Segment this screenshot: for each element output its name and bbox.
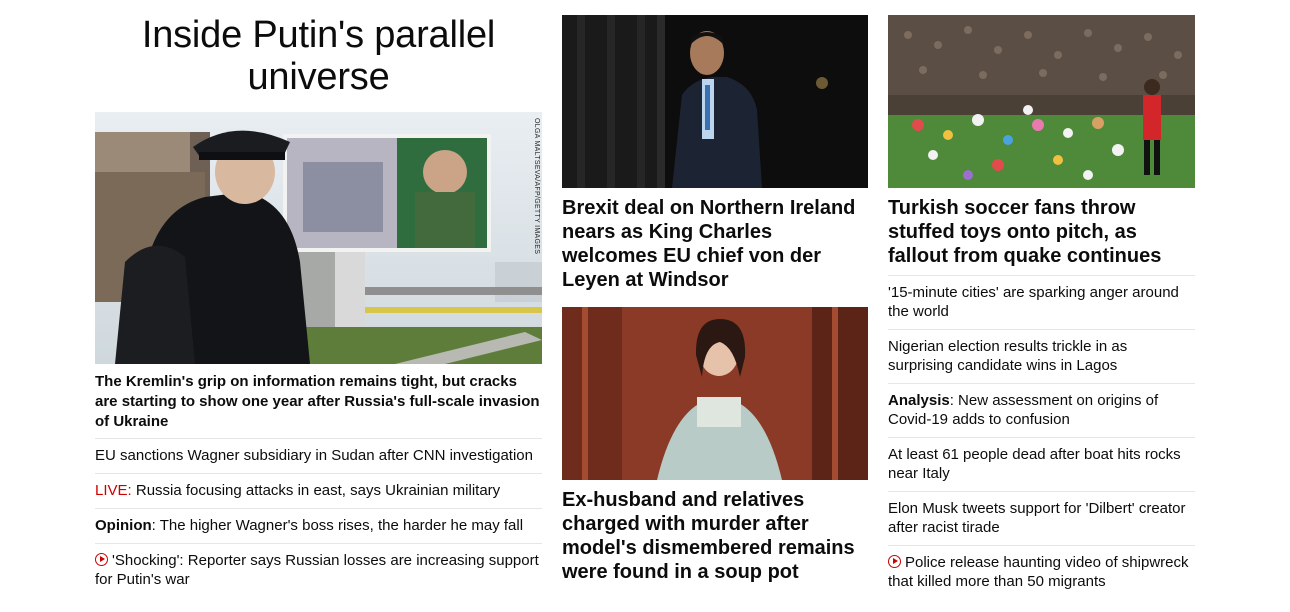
- list-item[interactable]: Elon Musk tweets support for 'Dilbert' c…: [888, 491, 1195, 545]
- lead-headline[interactable]: Inside Putin's parallel universe: [95, 14, 542, 98]
- story-headline[interactable]: Brexit deal on Northern Ireland nears as…: [562, 196, 868, 292]
- live-label: LIVE:: [95, 482, 132, 499]
- lead-bullet-list: EU sanctions Wagner subsidiary in Sudan …: [95, 438, 542, 597]
- photo-credit: OLGA MALTSEVA/AFP/GETTY IMAGES: [533, 118, 540, 255]
- list-item[interactable]: Opinion: The higher Wagner's boss rises,…: [95, 508, 542, 543]
- story-headline[interactable]: Ex-husband and relatives charged with mu…: [562, 488, 868, 584]
- list-item[interactable]: 'Shocking': Reporter says Russian losses…: [95, 543, 542, 597]
- list-item[interactable]: LIVE: Russia focusing attacks in east, s…: [95, 473, 542, 508]
- list-item-text: '15-minute cities' are sparking anger ar…: [888, 284, 1179, 320]
- story-card[interactable]: Brexit deal on Northern Ireland nears as…: [562, 15, 868, 292]
- middle-column: Brexit deal on Northern Ireland nears as…: [562, 0, 868, 584]
- play-icon: [95, 553, 108, 566]
- story-card[interactable]: Ex-husband and relatives charged with mu…: [562, 307, 868, 584]
- story-image[interactable]: [888, 15, 1195, 188]
- list-item[interactable]: Analysis: New assessment on origins of C…: [888, 383, 1195, 437]
- play-icon: [888, 555, 901, 568]
- list-item-text: Russia focusing attacks in east, says Uk…: [131, 482, 501, 499]
- list-item-text: EU sanctions Wagner subsidiary in Sudan …: [95, 447, 533, 464]
- list-item-text: Elon Musk tweets support for 'Dilbert' c…: [888, 500, 1186, 536]
- story-card[interactable]: Turkish soccer fans throw stuffed toys o…: [888, 15, 1195, 268]
- list-item[interactable]: Police release haunting video of shipwre…: [888, 545, 1195, 599]
- lead-story-column: Inside Putin's parallel universe OLGA MA…: [95, 0, 542, 597]
- list-item[interactable]: EU sanctions Wagner subsidiary in Sudan …: [95, 438, 542, 473]
- list-item-text: At least 61 people dead after boat hits …: [888, 446, 1181, 482]
- list-item[interactable]: At least 61 people dead after boat hits …: [888, 437, 1195, 491]
- list-item[interactable]: Nigerian election results trickle in as …: [888, 329, 1195, 383]
- story-headline[interactable]: Turkish soccer fans throw stuffed toys o…: [888, 196, 1195, 268]
- story-image[interactable]: [562, 307, 868, 480]
- story-image[interactable]: [562, 15, 868, 188]
- lead-description[interactable]: The Kremlin's grip on information remain…: [95, 372, 542, 432]
- right-column: Turkish soccer fans throw stuffed toys o…: [888, 0, 1195, 599]
- right-bullet-list: '15-minute cities' are sparking anger ar…: [888, 275, 1195, 599]
- list-item-text: Police release haunting video of shipwre…: [888, 554, 1189, 590]
- analysis-label: Analysis: [888, 392, 950, 409]
- list-item[interactable]: '15-minute cities' are sparking anger ar…: [888, 275, 1195, 329]
- opinion-label: Opinion: [95, 517, 152, 534]
- list-item-text: : The higher Wagner's boss rises, the ha…: [151, 517, 524, 534]
- list-item-text: 'Shocking': Reporter says Russian losses…: [95, 552, 539, 588]
- lead-story-image[interactable]: OLGA MALTSEVA/AFP/GETTY IMAGES: [95, 112, 542, 364]
- list-item-text: Nigerian election results trickle in as …: [888, 338, 1128, 374]
